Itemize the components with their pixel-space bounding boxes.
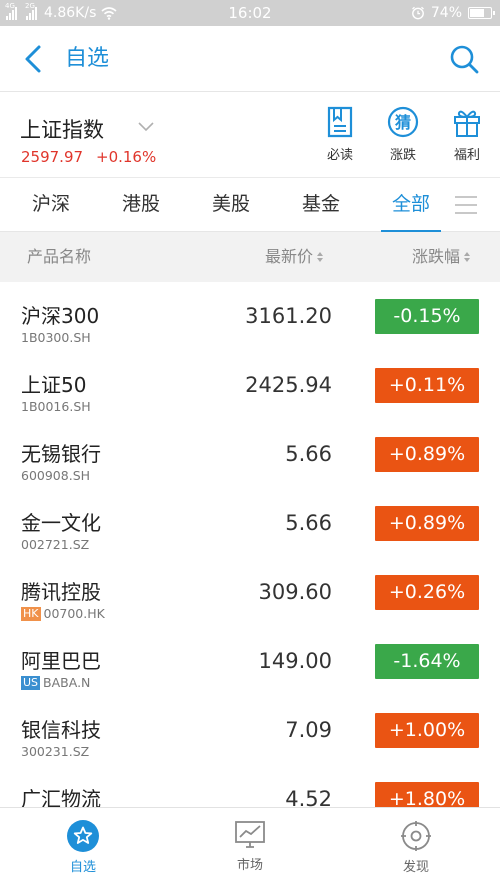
stock-code: 600908.SH [21, 468, 91, 483]
stock-price: 7.09 [285, 718, 332, 742]
table-row[interactable]: 腾讯控股 HK 00700.HK 309.60 +0.26% [0, 558, 500, 627]
gift-icon [454, 110, 480, 137]
chevron-left-icon[interactable] [20, 44, 48, 74]
index-value: 2597.97 [21, 148, 84, 166]
stock-code-line: 300231.SZ [21, 744, 89, 759]
watchlist: 沪深300 1B0300.SH 3161.20 -0.15% 上证50 1B00… [0, 282, 500, 807]
change-badge[interactable]: +1.00% [375, 713, 479, 748]
quick-action-label: 涨跌 [389, 148, 416, 163]
stock-price: 2425.94 [245, 373, 332, 397]
search-icon[interactable] [448, 43, 480, 75]
change-badge[interactable]: -0.15% [375, 299, 479, 334]
stock-code-line: 1B0300.SH [21, 330, 91, 345]
tab-hk-stocks[interactable]: 港股 [111, 178, 171, 232]
battery-icon [468, 7, 495, 19]
change-badge[interactable]: +0.89% [375, 506, 479, 541]
market-badge-us: US [21, 675, 41, 690]
bottom-nav-label: 市场 [236, 858, 263, 873]
bottom-nav-market[interactable]: 市场 [195, 808, 305, 889]
chevron-down-icon[interactable] [137, 119, 155, 133]
stock-name: 上证50 [21, 373, 87, 397]
change-badge[interactable]: +0.11% [375, 368, 479, 403]
stock-code-line: HK 00700.HK [21, 606, 105, 621]
stock-code-line: 1B0016.SH [21, 399, 91, 414]
stock-code: 002721.SZ [21, 537, 90, 552]
stock-name: 阿里巴巴 [21, 649, 101, 673]
chart-icon [235, 821, 265, 848]
header-change: 涨跌幅 [412, 247, 461, 266]
page-title: 自选 [65, 46, 110, 71]
stock-name: 广汇物流 [21, 787, 101, 807]
stock-name: 腾讯控股 [21, 580, 101, 604]
table-row[interactable]: 银信科技 300231.SZ 7.09 +1.00% [0, 696, 500, 765]
quick-action-must-read[interactable]: 必读 [310, 106, 370, 163]
stock-code-line: 002721.SZ [21, 537, 89, 552]
menu-icon[interactable] [454, 194, 478, 216]
stock-price: 5.66 [285, 511, 332, 535]
stock-price: 149.00 [258, 649, 332, 673]
sort-icon [317, 251, 324, 262]
table-row[interactable]: 沪深300 1B0300.SH 3161.20 -0.15% [0, 282, 500, 351]
tab-hushen[interactable]: 沪深 [21, 178, 81, 232]
stock-code-line: US BABA.N [21, 675, 90, 690]
status-bar: 4G 2G 4.86K/s 16:02 74% [0, 0, 500, 26]
bottom-nav-label: 自选 [69, 860, 96, 875]
table-row[interactable]: 阿里巴巴 US BABA.N 149.00 -1.64% [0, 627, 500, 696]
status-right: 74% [411, 0, 495, 26]
tab-funds[interactable]: 基金 [291, 178, 351, 232]
table-row[interactable]: 无锡银行 600908.SH 5.66 +0.89% [0, 420, 500, 489]
header-price-sort[interactable]: 最新价 [265, 232, 324, 282]
stock-name: 沪深300 [21, 304, 100, 328]
index-change: +0.16% [96, 148, 157, 166]
header-name: 产品名称 [27, 247, 92, 266]
market-badge-hk: HK [21, 606, 41, 621]
star-icon [67, 820, 99, 852]
stock-price: 3161.20 [245, 304, 332, 328]
bottom-nav-discover[interactable]: 发现 [361, 808, 471, 889]
change-badge[interactable]: -1.64% [375, 644, 479, 679]
change-badge[interactable]: +0.89% [375, 437, 479, 472]
header-change-sort[interactable]: 涨跌幅 [412, 232, 471, 282]
stock-code: BABA.N [43, 675, 91, 690]
index-name[interactable]: 上证指数 [20, 114, 104, 144]
tab-us-stocks[interactable]: 美股 [201, 178, 261, 232]
battery-percent: 74% [430, 5, 462, 21]
sort-icon [464, 251, 471, 262]
stock-name: 银信科技 [21, 718, 101, 742]
bottom-nav-label: 发现 [402, 860, 429, 875]
stock-code-line: 600908.SH [21, 468, 90, 483]
stock-price: 5.66 [285, 442, 332, 466]
stock-code: 00700.HK [43, 606, 105, 621]
header-price: 最新价 [265, 247, 314, 266]
bookmark-doc-icon [327, 106, 353, 138]
alarm-icon [411, 6, 424, 20]
table-header: 产品名称 最新价 涨跌幅 [0, 232, 500, 282]
discover-icon [401, 821, 431, 851]
guess-icon: 猜 [387, 106, 419, 138]
table-row[interactable]: 广汇物流 4.52 +1.80% [0, 765, 500, 807]
stock-price: 4.52 [285, 787, 332, 807]
market-tabs: 沪深 港股 美股 基金 全部 [0, 178, 500, 232]
nav-bar: 自选 [0, 26, 500, 92]
stock-code: 300231.SZ [21, 744, 90, 759]
bottom-nav: 自选 市场 发现 [0, 807, 500, 889]
stock-name: 无锡银行 [21, 442, 101, 466]
table-row[interactable]: 金一文化 002721.SZ 5.66 +0.89% [0, 489, 500, 558]
svg-text:猜: 猜 [394, 113, 411, 132]
table-row[interactable]: 上证50 1B0016.SH 2425.94 +0.11% [0, 351, 500, 420]
tab-all[interactable]: 全部 [381, 178, 441, 232]
bottom-nav-watchlist[interactable]: 自选 [28, 808, 138, 889]
stock-price: 309.60 [258, 580, 332, 604]
stock-code: 1B0300.SH [21, 330, 91, 345]
quick-action-welfare[interactable]: 福利 [437, 106, 497, 163]
change-badge[interactable]: +1.80% [375, 782, 479, 807]
stock-name: 金一文化 [21, 511, 101, 535]
quick-action-label: 福利 [453, 148, 480, 163]
stock-code: 1B0016.SH [21, 399, 91, 414]
change-badge[interactable]: +0.26% [375, 575, 479, 610]
index-panel: 上证指数 2597.97 +0.16% 必读 猜 涨跌 福利 [0, 92, 500, 178]
quick-action-label: 必读 [326, 148, 353, 163]
quick-action-guess[interactable]: 猜 涨跌 [373, 106, 433, 163]
